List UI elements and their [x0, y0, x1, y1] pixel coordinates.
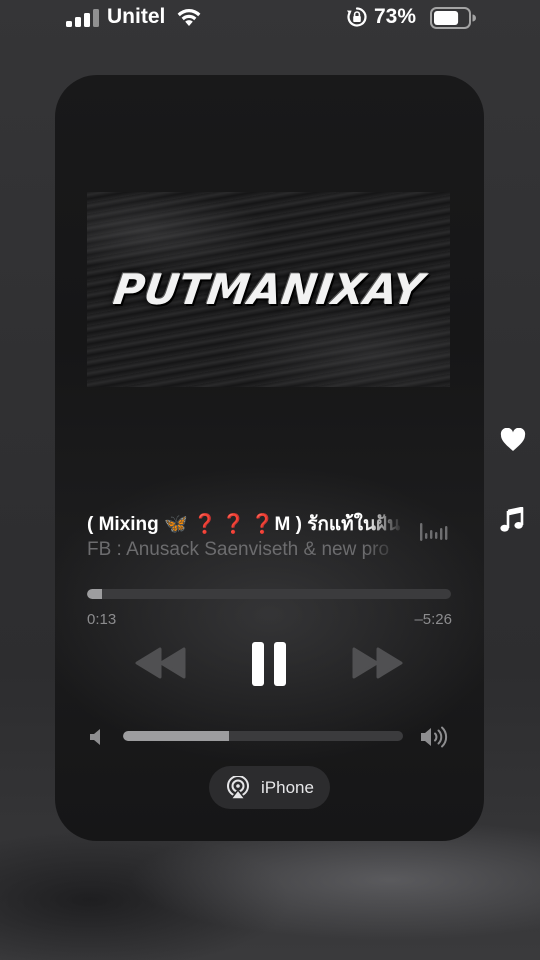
progress-slider[interactable]	[87, 589, 451, 599]
fast-forward-icon	[352, 647, 403, 679]
battery-icon	[430, 7, 476, 29]
remaining-time: –5:26	[414, 611, 452, 628]
song-artist[interactable]: FB : Anusack Saenviseth & new pro	[87, 539, 403, 567]
signal-icon	[66, 9, 100, 27]
airplay-icon	[227, 775, 249, 800]
album-artwork: PUTMANIXAY	[87, 192, 450, 387]
elapsed-time: 0:13	[87, 611, 117, 628]
rewind-button[interactable]	[135, 647, 187, 679]
lock-screen: Unitel 73% PUTMANIXAY ( Mixing 🦋 ❓ ❓ ❓M …	[0, 0, 540, 960]
song-title[interactable]: ( Mixing 🦋 ❓ ❓ ❓M ) รักแท้ในฝัน	[87, 509, 403, 539]
pause-icon	[252, 642, 286, 686]
battery-percentage: 73%	[374, 5, 417, 28]
waveform-icon	[420, 523, 448, 541]
wifi-icon	[177, 9, 201, 26]
artwork-logo-text: PUTMANIXAY	[110, 265, 427, 314]
fast-forward-button[interactable]	[351, 647, 403, 679]
status-bar: Unitel 73%	[0, 0, 540, 36]
music-note-icon[interactable]	[500, 507, 524, 533]
heart-icon[interactable]	[500, 428, 526, 452]
rewind-icon	[135, 647, 186, 679]
volume-slider[interactable]	[123, 731, 403, 741]
airplay-button[interactable]: iPhone	[209, 766, 330, 809]
volume-low-icon	[90, 729, 100, 745]
now-playing-card: PUTMANIXAY ( Mixing 🦋 ❓ ❓ ❓M ) รักแท้ในฝ…	[55, 75, 484, 841]
pause-button[interactable]	[251, 641, 287, 687]
progress-fill	[87, 589, 102, 599]
volume-fill	[123, 731, 230, 741]
volume-high-icon	[421, 726, 448, 748]
rotation-lock-icon	[347, 7, 367, 27]
carrier-name: Unitel	[107, 5, 166, 28]
output-device-label: iPhone	[261, 777, 314, 797]
